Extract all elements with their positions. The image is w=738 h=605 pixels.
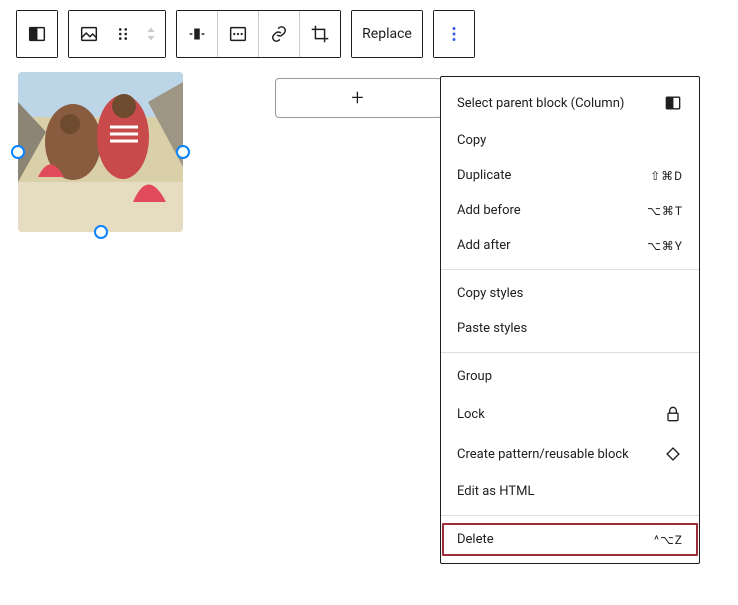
menu-label: Edit as HTML bbox=[457, 484, 534, 499]
more-group bbox=[433, 10, 475, 58]
resize-handle-left[interactable] bbox=[11, 145, 25, 159]
menu-select-parent[interactable]: Select parent block (Column) bbox=[441, 83, 699, 123]
drag-handle[interactable] bbox=[109, 11, 137, 57]
column-icon bbox=[663, 93, 683, 113]
menu-label: Lock bbox=[457, 407, 485, 422]
shortcut: ⌥⌘Y bbox=[647, 239, 683, 253]
shortcut: ⇧⌘D bbox=[650, 169, 683, 183]
format-group bbox=[176, 10, 341, 58]
replace-button[interactable]: Replace bbox=[352, 11, 422, 57]
menu-label: Paste styles bbox=[457, 321, 527, 336]
menu-copy-styles[interactable]: Copy styles bbox=[441, 276, 699, 311]
menu-create-pattern[interactable]: Create pattern/reusable block bbox=[441, 434, 699, 474]
menu-lock[interactable]: Lock bbox=[441, 394, 699, 434]
plus-icon: + bbox=[351, 86, 363, 111]
menu-label: Group bbox=[457, 369, 492, 384]
crop-button[interactable] bbox=[300, 11, 340, 57]
menu-copy[interactable]: Copy bbox=[441, 123, 699, 158]
block-type-group bbox=[16, 10, 58, 58]
diamond-icon bbox=[663, 444, 683, 464]
menu-label: Select parent block (Column) bbox=[457, 96, 624, 111]
block-toolbar: Replace bbox=[0, 0, 738, 58]
menu-add-before[interactable]: Add before ⌥⌘T bbox=[441, 193, 699, 228]
image-block[interactable] bbox=[18, 72, 183, 232]
replace-group: Replace bbox=[351, 10, 423, 58]
menu-label: Add after bbox=[457, 238, 511, 253]
menu-add-after[interactable]: Add after ⌥⌘Y bbox=[441, 228, 699, 263]
menu-paste-styles[interactable]: Paste styles bbox=[441, 311, 699, 346]
menu-label: Add before bbox=[457, 203, 521, 218]
shortcut: ⌥⌘T bbox=[647, 204, 683, 218]
menu-label: Delete bbox=[457, 532, 494, 547]
menu-group[interactable]: Group bbox=[441, 359, 699, 394]
menu-label: Copy bbox=[457, 133, 486, 148]
block-options-menu: Select parent block (Column) Copy Duplic… bbox=[440, 76, 700, 564]
block-tools-group bbox=[68, 10, 166, 58]
shortcut: ^⌥Z bbox=[654, 533, 683, 547]
more-options-button[interactable] bbox=[434, 11, 474, 57]
menu-label: Create pattern/reusable block bbox=[457, 447, 629, 462]
menu-label: Duplicate bbox=[457, 168, 511, 183]
block-type-button[interactable] bbox=[17, 11, 57, 57]
move-up-down-button[interactable] bbox=[137, 11, 165, 57]
menu-delete[interactable]: Delete ^⌥Z bbox=[441, 522, 699, 557]
image-frame bbox=[18, 72, 183, 232]
align-button[interactable] bbox=[177, 11, 217, 57]
image-placeholder bbox=[18, 72, 183, 232]
caption-button[interactable] bbox=[218, 11, 258, 57]
menu-edit-html[interactable]: Edit as HTML bbox=[441, 474, 699, 509]
lock-icon bbox=[663, 404, 683, 424]
menu-label: Copy styles bbox=[457, 286, 523, 301]
resize-handle-right[interactable] bbox=[176, 145, 190, 159]
link-button[interactable] bbox=[259, 11, 299, 57]
add-block-button[interactable]: + bbox=[275, 78, 440, 118]
resize-handle-bottom[interactable] bbox=[94, 225, 108, 239]
add-block-row: + bbox=[275, 78, 458, 118]
menu-duplicate[interactable]: Duplicate ⇧⌘D bbox=[441, 158, 699, 193]
image-icon-button[interactable] bbox=[69, 11, 109, 57]
